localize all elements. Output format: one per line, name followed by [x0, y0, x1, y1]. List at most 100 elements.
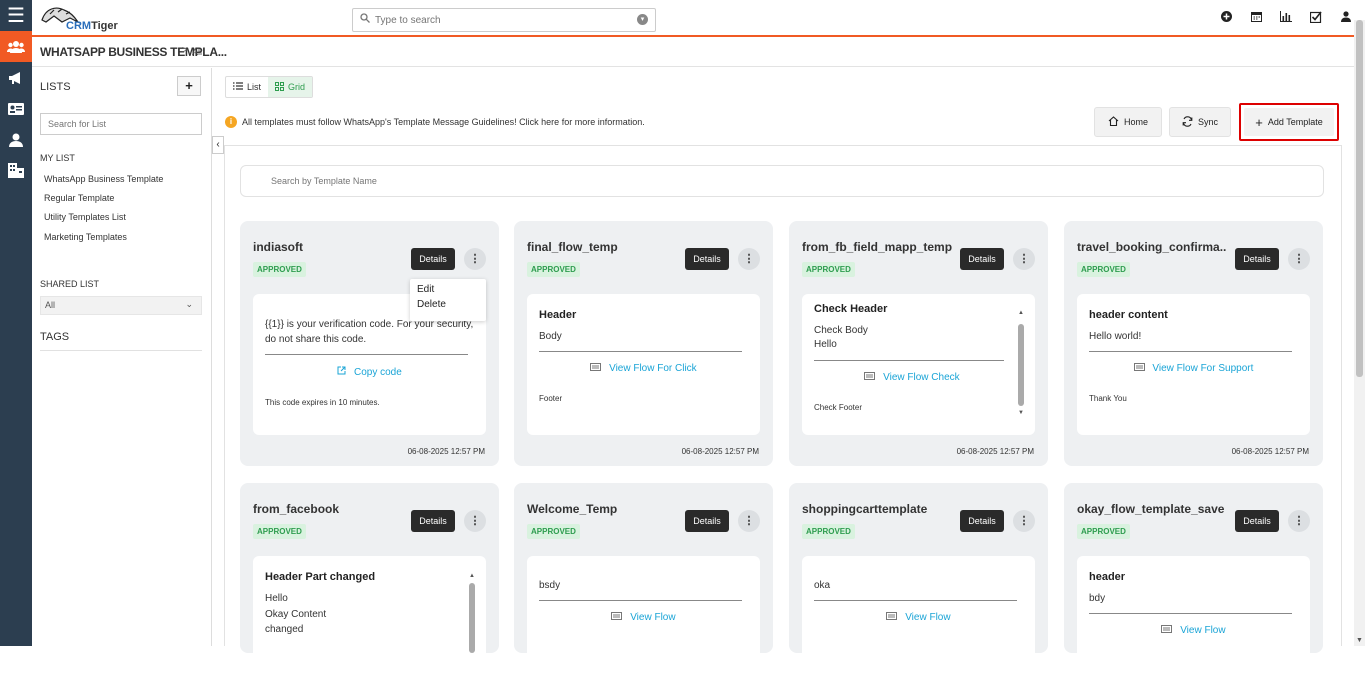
home-button[interactable]: Home: [1094, 107, 1162, 137]
add-template-label: Add Template: [1267, 117, 1323, 127]
details-button[interactable]: Details: [411, 248, 455, 270]
add-circle-icon[interactable]: [1219, 11, 1233, 26]
sync-button[interactable]: Sync: [1169, 107, 1231, 137]
guidelines-notice[interactable]: i All templates must follow WhatsApp's T…: [225, 116, 645, 128]
page-scrollbar[interactable]: ▼: [1354, 20, 1365, 646]
preview-header: Header: [539, 309, 577, 321]
list-icon: [233, 82, 243, 92]
view-flow-button[interactable]: View Flow: [802, 612, 1035, 623]
chevron-down-icon: ⌄: [185, 299, 193, 309]
list-item[interactable]: Marketing Templates: [44, 232, 127, 242]
calendar-icon[interactable]: [1249, 11, 1263, 26]
chart-icon[interactable]: [1279, 11, 1293, 26]
details-button[interactable]: Details: [960, 510, 1004, 532]
more-options-icon[interactable]: ⋮: [1288, 510, 1310, 532]
sync-label: Sync: [1197, 117, 1218, 127]
scroll-up-icon[interactable]: ▲: [469, 573, 475, 579]
more-options-icon[interactable]: ⋮: [1288, 248, 1310, 270]
preview-footer: Footer: [539, 394, 563, 403]
scrollbar-thumb[interactable]: [1356, 20, 1363, 377]
template-search-input[interactable]: [271, 174, 671, 188]
preview-scrollbar[interactable]: [469, 583, 475, 653]
guidelines-text[interactable]: All templates must follow WhatsApp's Tem…: [242, 117, 645, 127]
more-options-icon[interactable]: ⋮: [1013, 248, 1035, 270]
crmtiger-logo[interactable]: CRMTiger: [40, 4, 120, 34]
scroll-down-icon[interactable]: ▼: [1018, 410, 1024, 416]
status-badge: APPROVED: [1077, 262, 1130, 277]
add-list-button[interactable]: +: [177, 76, 201, 96]
view-flow-button[interactable]: View Flow: [1077, 625, 1310, 636]
preview-body: Hello: [265, 593, 288, 604]
more-options-icon[interactable]: ⋮: [464, 248, 486, 270]
user-icon[interactable]: [1339, 11, 1353, 26]
copy-code-button[interactable]: Copy code: [253, 366, 486, 378]
building-icon[interactable]: [0, 155, 32, 186]
details-button[interactable]: Details: [685, 510, 729, 532]
shared-list-select[interactable]: All ⌄: [40, 296, 202, 315]
scroll-up-icon[interactable]: ▲: [1018, 310, 1024, 316]
more-options-icon[interactable]: ⋮: [738, 510, 760, 532]
users-icon[interactable]: [0, 31, 32, 62]
status-badge: APPROVED: [802, 262, 855, 277]
more-options-icon[interactable]: ⋮: [738, 248, 760, 270]
timestamp: 06-08-2025 12:57 PM: [956, 447, 1034, 456]
view-flow-button[interactable]: View Flow Check: [802, 372, 1022, 383]
template-card: indiasoft APPROVED Details ⋮ {{1}} is yo…: [240, 221, 499, 466]
details-button[interactable]: Details: [411, 510, 455, 532]
list-item[interactable]: WhatsApp Business Template: [44, 174, 163, 184]
template-card: okay_flow_template_save APPROVED Details…: [1064, 483, 1323, 697]
collapse-sidebar-button[interactable]: ‹: [212, 136, 224, 154]
person-icon[interactable]: [0, 124, 32, 155]
megaphone-icon[interactable]: [0, 62, 32, 93]
details-button[interactable]: Details: [685, 248, 729, 270]
add-template-button[interactable]: + Add Template: [1244, 108, 1334, 136]
details-button[interactable]: Details: [1235, 248, 1279, 270]
timestamp: 06-08-2025 12:57 PM: [407, 447, 485, 456]
flow-icon: [590, 363, 602, 374]
template-card: final_flow_temp APPROVED Details ⋮ Heade…: [514, 221, 773, 466]
list-view-button[interactable]: List: [226, 77, 268, 97]
template-name: from_facebook: [253, 502, 340, 516]
search-icon: [360, 13, 370, 26]
delete-menu-item[interactable]: Delete: [417, 299, 446, 310]
template-preview: Check Header Check Body Hello View Flow …: [802, 294, 1035, 435]
template-search[interactable]: [240, 165, 1324, 197]
id-card-icon[interactable]: [0, 93, 32, 124]
list-search-input[interactable]: [41, 114, 201, 134]
template-name: shoppingcarttemplate: [802, 502, 928, 516]
preview-scrollbar[interactable]: [1018, 324, 1024, 406]
view-flow-button[interactable]: View Flow: [527, 612, 760, 623]
flow-icon: [611, 612, 623, 623]
view-flow-button[interactable]: View Flow For Click: [527, 363, 760, 374]
list-search[interactable]: [40, 113, 202, 135]
edit-menu-item[interactable]: Edit: [417, 284, 434, 295]
list-item[interactable]: Utility Templates List: [44, 212, 126, 222]
more-options-icon[interactable]: ⋮: [1013, 510, 1035, 532]
grid-view-button[interactable]: Grid: [268, 77, 313, 97]
lists-heading: LISTS: [40, 81, 71, 93]
preview-body: {{1}} is your verification code. For you…: [265, 319, 474, 345]
tasks-icon[interactable]: [1309, 11, 1323, 26]
logo-text: CRMTiger: [66, 20, 118, 32]
global-search-input[interactable]: [375, 12, 625, 28]
status-badge: APPROVED: [253, 262, 306, 277]
details-button[interactable]: Details: [1235, 510, 1279, 532]
list-item[interactable]: Regular Template: [44, 193, 114, 203]
global-search[interactable]: ▾: [352, 8, 656, 32]
grid-view-label: Grid: [288, 82, 306, 92]
chevron-down-icon[interactable]: ▾: [637, 14, 648, 25]
preview-body: bdy: [1089, 593, 1106, 604]
timestamp: 06-08-2025 12:57 PM: [1231, 447, 1309, 456]
template-preview: bsdy View Flow: [527, 556, 760, 697]
status-badge: APPROVED: [802, 524, 855, 539]
template-preview: Header Body View Flow For Click Footer: [527, 294, 760, 435]
menu-icon[interactable]: ☰: [0, 0, 32, 31]
details-button[interactable]: Details: [960, 248, 1004, 270]
status-badge: APPROVED: [527, 524, 580, 539]
view-flow-button[interactable]: View Flow For Support: [1077, 363, 1310, 374]
template-name: indiasoft: [253, 240, 303, 254]
more-options-icon[interactable]: ⋮: [464, 510, 486, 532]
scroll-down-icon[interactable]: ▼: [1356, 637, 1363, 644]
breadcrumb-current: All: [192, 47, 203, 57]
my-list-heading: MY LIST: [40, 153, 75, 163]
